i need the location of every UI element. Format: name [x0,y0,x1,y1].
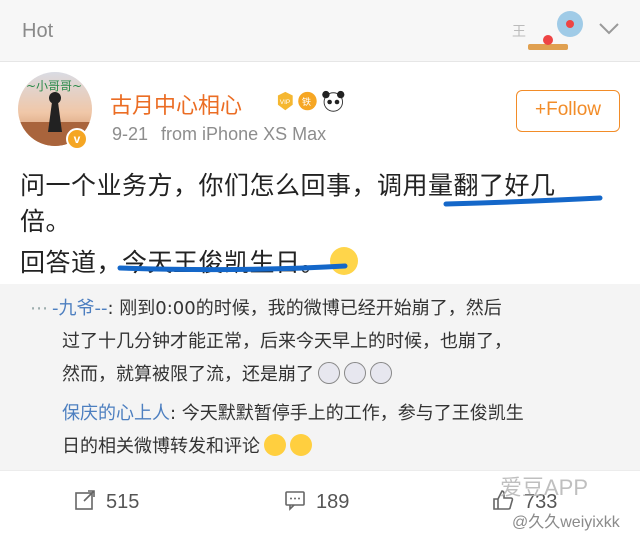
repost-icon [75,490,95,510]
cry-emoji-icon [344,362,366,384]
smile-emoji-icon [290,434,312,456]
comment-count: 189 [316,491,350,513]
watermark-app: 爱豆APP [500,475,589,500]
comment-1-user[interactable]: -九爷-- [52,298,108,319]
comment-1-text-3: 然而，就算被限了流，还是崩了 [62,364,314,385]
comment-button[interactable]: 189 [284,489,349,514]
repost-count: 515 [106,491,140,513]
comment-2-text-2: 日的相关微博转发和评论 [62,436,260,457]
watermark-handle: @久久weiyixkk [512,514,620,531]
comment-2-line-1: 保庆的心上人: 今天默默暂停手上的工作，参与了王俊凯生 [62,399,524,425]
comment-1-line-3: 然而，就算被限了流，还是崩了 [62,360,392,386]
comment-2-user[interactable]: 保庆的心上人 [62,403,170,424]
repost-button[interactable]: 515 [74,489,139,514]
comment-1-text-2: 过了十几分钟才能正常，后来今天早上的时候，也崩了， [62,331,512,352]
comment-icon [285,491,305,511]
cry-emoji-icon [370,362,392,384]
smile-emoji-icon [264,434,286,456]
cry-emoji-icon [318,362,340,384]
comment-1-line-1: ⋯ -九爷--: 刚到0:00的时候，我的微博已经开始崩了，然后 [30,294,502,320]
comment-quote-icon: ⋯ [30,298,48,319]
comment-2-text-1: : 今天默默暂停手上的工作，参与了王俊凯生 [170,403,524,424]
comment-1-text-1: : 刚到0:00的时候，我的微博已经开始崩了，然后 [107,298,502,319]
comment-2-line-2: 日的相关微博转发和评论 [62,432,312,458]
